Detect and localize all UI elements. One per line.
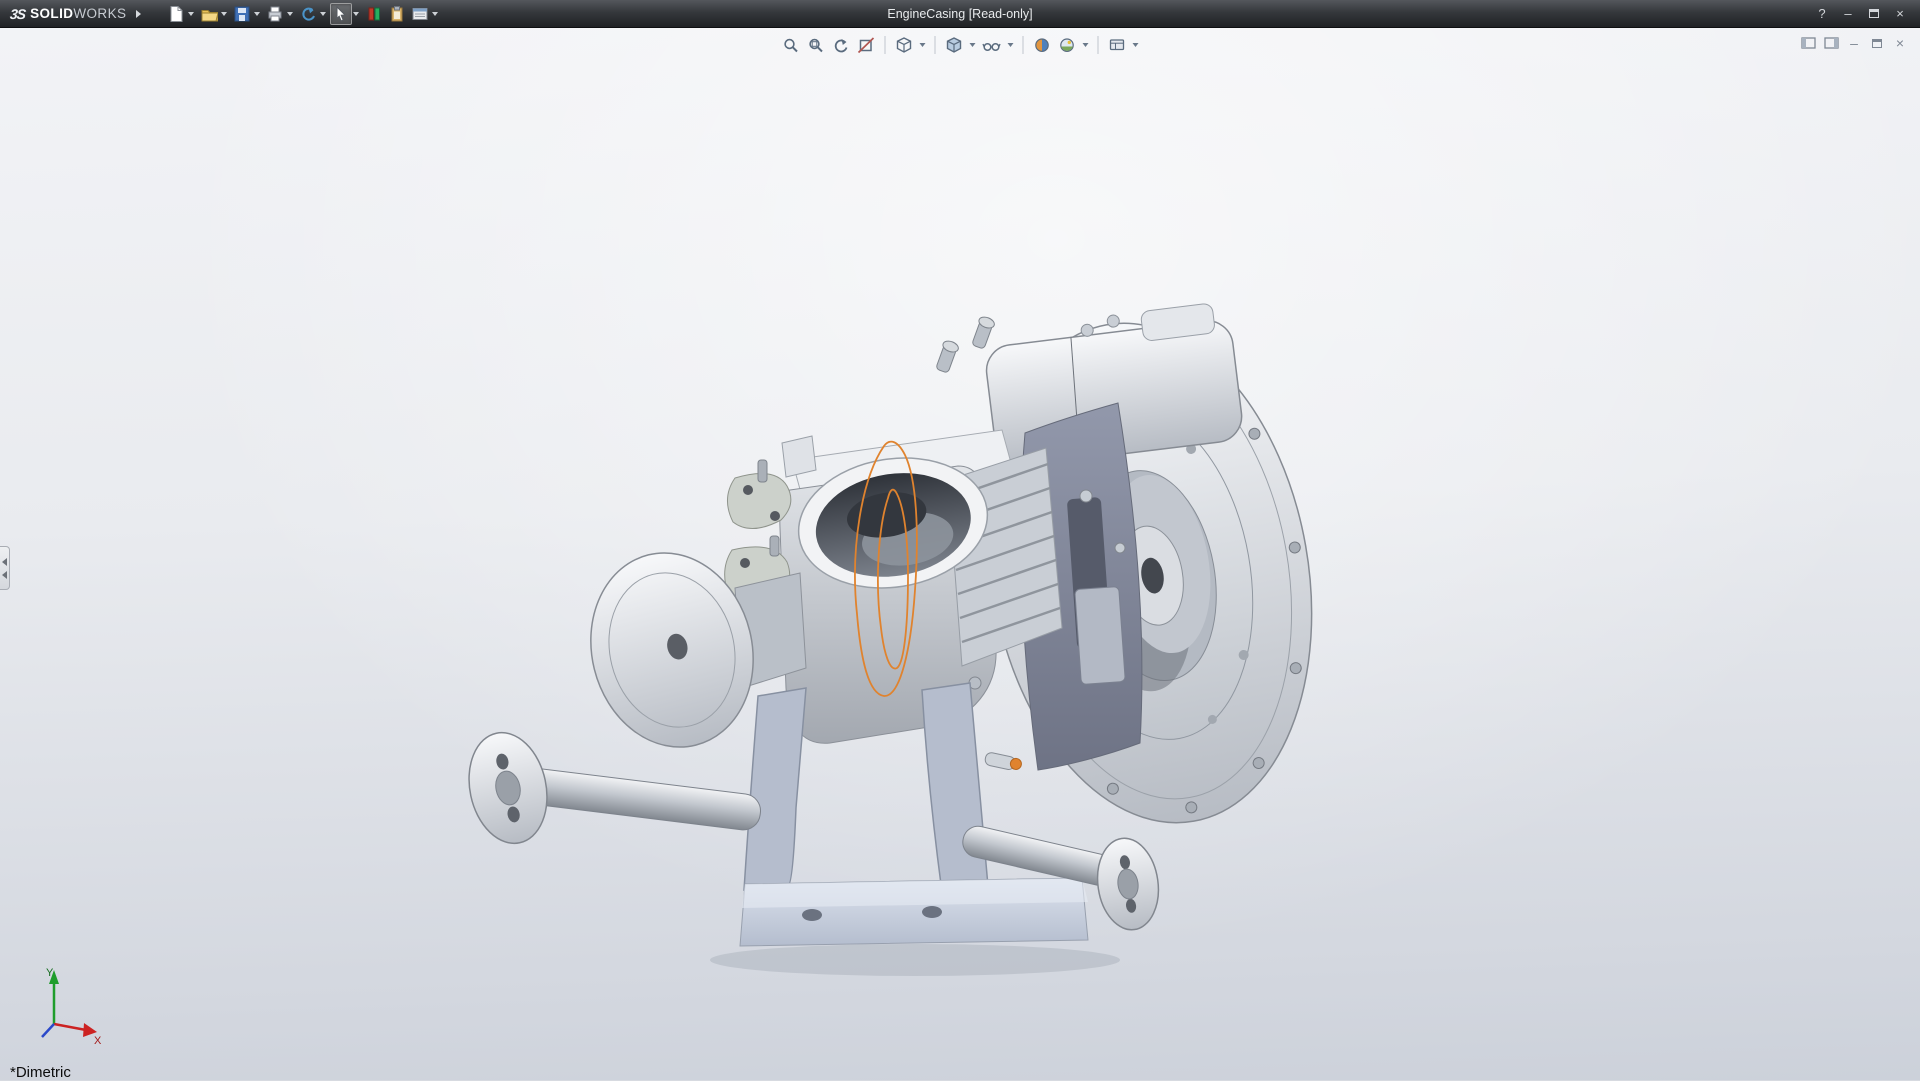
new-document-button[interactable] [165, 3, 187, 25]
minimize-button[interactable]: – [1836, 4, 1860, 24]
heads-up-view-toolbar [780, 33, 1141, 57]
section-view-icon [857, 36, 876, 55]
apply-scene-button[interactable] [1056, 33, 1079, 57]
display-toggle-button[interactable] [363, 3, 385, 25]
pane-left-icon [1801, 37, 1816, 49]
pane-left-button[interactable] [1800, 34, 1816, 52]
new-dropdown-icon[interactable] [188, 12, 194, 16]
toolbar-separator [1023, 36, 1024, 54]
window-controls: ? – × [1810, 4, 1920, 24]
open-folder-icon [200, 5, 218, 23]
save-button[interactable] [231, 3, 253, 25]
front-axle[interactable] [459, 725, 762, 850]
apply-scene-dropdown-icon[interactable] [1083, 43, 1089, 47]
view-orientation-dropdown-icon[interactable] [920, 43, 926, 47]
zoom-to-area-icon [807, 36, 826, 55]
section-view-button[interactable] [855, 33, 878, 57]
save-icon [233, 5, 251, 23]
restore-document-button[interactable] [1869, 34, 1885, 52]
view-settings-icon [1108, 36, 1127, 55]
toolbar-separator [935, 36, 936, 54]
open-document-button[interactable] [198, 3, 220, 25]
pane-right-icon [1824, 37, 1839, 49]
y-axis-label: Y [46, 967, 54, 979]
graphics-viewport[interactable]: – × [0, 28, 1920, 1080]
options-panel-button[interactable] [409, 3, 431, 25]
expand-panel-arrow-icon [2, 571, 7, 579]
edit-appearance-button[interactable] [1031, 33, 1054, 57]
save-dropdown-icon[interactable] [254, 12, 260, 16]
menu-expand-icon[interactable] [136, 10, 141, 18]
display-toggle-icon [365, 5, 383, 23]
ds-logo-icon: 3S [9, 6, 26, 22]
help-button[interactable]: ? [1810, 4, 1834, 24]
select-tool-button[interactable] [330, 3, 352, 25]
previous-view-button[interactable] [830, 33, 853, 57]
close-button[interactable]: × [1888, 4, 1912, 24]
options-panel-icon [411, 5, 429, 23]
clipboard-button[interactable] [386, 3, 408, 25]
clipboard-icon [388, 5, 406, 23]
zoom-to-fit-icon [782, 36, 801, 55]
scene-sphere-icon [1058, 36, 1077, 55]
expand-panel-arrow-icon [2, 558, 7, 566]
x-axis-label: X [94, 1035, 102, 1047]
brand-solid: SOLID [30, 6, 73, 21]
view-orientation-button[interactable] [893, 33, 916, 57]
select-dropdown-icon[interactable] [353, 12, 359, 16]
base-plate[interactable] [740, 878, 1088, 946]
print-dropdown-icon[interactable] [287, 12, 293, 16]
engine-casing-model[interactable] [0, 28, 1920, 1080]
open-dropdown-icon[interactable] [221, 12, 227, 16]
titlebar: 3S SOLIDWORKS [0, 0, 1920, 28]
document-window-controls: – × [1800, 34, 1908, 52]
reference-triad: Y X [14, 962, 106, 1054]
view-settings-button[interactable] [1106, 33, 1129, 57]
window-title: EngineCasing [Read-only] [887, 7, 1032, 21]
print-button[interactable] [264, 3, 286, 25]
display-style-button[interactable] [943, 33, 966, 57]
orientation-label: *Dimetric [10, 1064, 71, 1081]
solidworks-logo: 3S SOLIDWORKS [0, 5, 149, 23]
hide-show-items-button[interactable] [980, 33, 1004, 57]
x-axis [54, 1024, 86, 1030]
appearance-sphere-icon [1033, 36, 1052, 55]
display-style-cube-icon [945, 36, 964, 55]
print-icon [266, 5, 284, 23]
ground-shadow [710, 944, 1120, 976]
feature-manager-collapsed-tab[interactable] [0, 546, 10, 590]
main-toolbar [165, 3, 441, 25]
brand-works: WORKS [73, 6, 126, 21]
hide-show-dropdown-icon[interactable] [1008, 43, 1014, 47]
new-document-icon [167, 5, 185, 23]
close-document-button[interactable]: × [1892, 34, 1908, 52]
restore-document-icon [1872, 39, 1882, 48]
maximize-button[interactable] [1862, 4, 1886, 24]
undo-icon [299, 5, 317, 23]
undo-button[interactable] [297, 3, 319, 25]
options-dropdown-icon[interactable] [432, 12, 438, 16]
view-orientation-cube-icon [895, 36, 914, 55]
display-style-dropdown-icon[interactable] [970, 43, 976, 47]
pane-right-button[interactable] [1823, 34, 1839, 52]
maximize-icon [1869, 9, 1879, 18]
select-cursor-icon [332, 5, 350, 23]
undo-dropdown-icon[interactable] [320, 12, 326, 16]
minimize-document-button[interactable]: – [1846, 34, 1862, 52]
zoom-to-fit-button[interactable] [780, 33, 803, 57]
view-settings-dropdown-icon[interactable] [1133, 43, 1139, 47]
previous-view-icon [832, 36, 851, 55]
toolbar-separator [885, 36, 886, 54]
zoom-to-area-button[interactable] [805, 33, 828, 57]
toolbar-separator [1098, 36, 1099, 54]
z-axis [42, 1024, 54, 1037]
cylinder-block[interactable] [780, 430, 1062, 743]
dowel-pin[interactable] [984, 752, 1022, 772]
eyeglasses-icon [982, 36, 1002, 55]
